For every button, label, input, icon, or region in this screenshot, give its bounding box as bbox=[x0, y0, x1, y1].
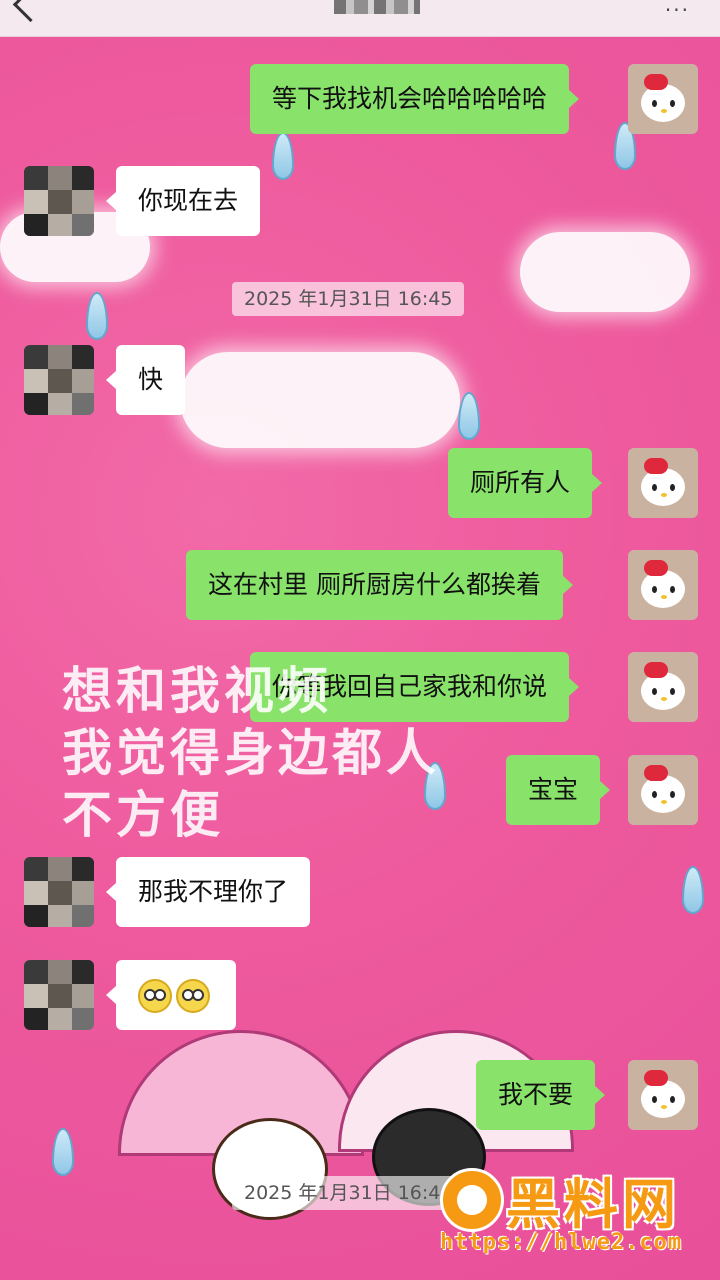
eye-icon bbox=[652, 100, 657, 107]
kitty-face-icon bbox=[641, 570, 685, 608]
contact-avatar[interactable] bbox=[24, 960, 94, 1030]
my-avatar[interactable] bbox=[628, 652, 698, 722]
eye-icon bbox=[670, 688, 675, 695]
message-text: 我不要 bbox=[498, 1080, 574, 1109]
eye-icon bbox=[652, 586, 657, 593]
contact-avatar[interactable] bbox=[24, 857, 94, 927]
incoming-message-bubble[interactable]: 你现在去 bbox=[105, 166, 261, 236]
raindrop-decoration bbox=[682, 866, 704, 914]
eye-icon bbox=[652, 484, 657, 491]
bow-icon bbox=[644, 458, 668, 474]
eye-icon bbox=[652, 1096, 657, 1103]
outgoing-message-bubble[interactable]: 等下我找机会哈哈哈哈哈 bbox=[250, 64, 580, 134]
outgoing-message-bubble[interactable]: 厕所有人 bbox=[448, 448, 603, 518]
watermark-name: 黑料网 bbox=[506, 1173, 680, 1236]
chat-header: ··· bbox=[0, 0, 720, 37]
my-avatar[interactable] bbox=[628, 64, 698, 134]
bow-icon bbox=[644, 662, 668, 678]
message-text: 等下我找机会哈哈哈哈哈 bbox=[272, 84, 548, 113]
kitty-face-icon bbox=[641, 468, 685, 506]
my-avatar[interactable] bbox=[628, 550, 698, 620]
raindrop-decoration bbox=[52, 1128, 74, 1176]
cloud-decoration bbox=[520, 232, 690, 312]
message-text: 宝宝 bbox=[528, 775, 579, 804]
my-avatar[interactable] bbox=[628, 1060, 698, 1130]
caption-overlay: 想和我视频 我觉得身边都人 不方便 bbox=[62, 660, 440, 846]
my-avatar[interactable] bbox=[628, 755, 698, 825]
eye-icon bbox=[670, 1096, 675, 1103]
nose-icon bbox=[661, 1105, 667, 1109]
message-text: 那我不理你了 bbox=[138, 877, 289, 906]
kitty-face-icon bbox=[641, 1080, 685, 1118]
kitty-face-icon bbox=[641, 775, 685, 813]
nose-icon bbox=[661, 697, 667, 701]
site-watermark: 黑料网 https://hlwe2.com bbox=[440, 1160, 710, 1260]
nose-icon bbox=[661, 493, 667, 497]
caption-line: 不方便 bbox=[62, 786, 224, 844]
message-timestamp: 2025 年1月31日 16:45 bbox=[232, 282, 465, 316]
eye-icon bbox=[652, 791, 657, 798]
incoming-message-bubble[interactable]: 快 bbox=[105, 345, 186, 415]
raindrop-decoration bbox=[272, 132, 294, 180]
eye-icon bbox=[670, 791, 675, 798]
eye-icon bbox=[670, 484, 675, 491]
message-text: 这在村里 厕所厨房什么都挨着 bbox=[208, 570, 541, 599]
caption-line: 我觉得身边都人 bbox=[62, 724, 440, 782]
bow-icon bbox=[644, 765, 668, 781]
nose-icon bbox=[661, 595, 667, 599]
cloud-decoration bbox=[180, 352, 460, 448]
incoming-message-bubble[interactable] bbox=[106, 960, 236, 1030]
outgoing-message-bubble[interactable]: 这在村里 厕所厨房什么都挨着 bbox=[186, 550, 573, 620]
outgoing-message-bubble[interactable]: 宝宝 bbox=[506, 755, 611, 825]
nose-icon bbox=[661, 800, 667, 804]
eye-icon bbox=[652, 688, 657, 695]
message-text: 快 bbox=[138, 365, 164, 394]
dizzy-face-emoji bbox=[176, 979, 210, 1013]
kitty-face-icon bbox=[641, 672, 685, 710]
caption-line: 想和我视频 bbox=[62, 662, 332, 720]
watermark-logo-icon bbox=[440, 1168, 504, 1232]
dizzy-face-emoji bbox=[138, 979, 172, 1013]
watermark-url: https://hlwe2.com bbox=[440, 1230, 683, 1255]
incoming-message-bubble[interactable]: 那我不理你了 bbox=[105, 857, 311, 927]
message-timestamp: 2025 年1月31日 16:46 bbox=[232, 1176, 465, 1210]
more-dots-icon[interactable]: ··· bbox=[665, 0, 690, 22]
raindrop-decoration bbox=[458, 392, 480, 440]
chevron-left-icon[interactable] bbox=[12, 0, 49, 23]
bow-icon bbox=[644, 1070, 668, 1086]
message-text: 厕所有人 bbox=[470, 468, 571, 497]
bow-icon bbox=[644, 560, 668, 576]
message-text: 你现在去 bbox=[138, 186, 239, 215]
my-avatar[interactable] bbox=[628, 448, 698, 518]
kitty-face-icon bbox=[641, 84, 685, 122]
bow-icon bbox=[644, 74, 668, 90]
contact-name-blurred bbox=[334, 0, 420, 14]
eye-icon bbox=[670, 586, 675, 593]
outgoing-message-bubble[interactable]: 我不要 bbox=[476, 1060, 606, 1130]
contact-avatar[interactable] bbox=[24, 166, 94, 236]
nose-icon bbox=[661, 109, 667, 113]
raindrop-decoration bbox=[86, 292, 108, 340]
eye-icon bbox=[670, 100, 675, 107]
contact-avatar[interactable] bbox=[24, 345, 94, 415]
